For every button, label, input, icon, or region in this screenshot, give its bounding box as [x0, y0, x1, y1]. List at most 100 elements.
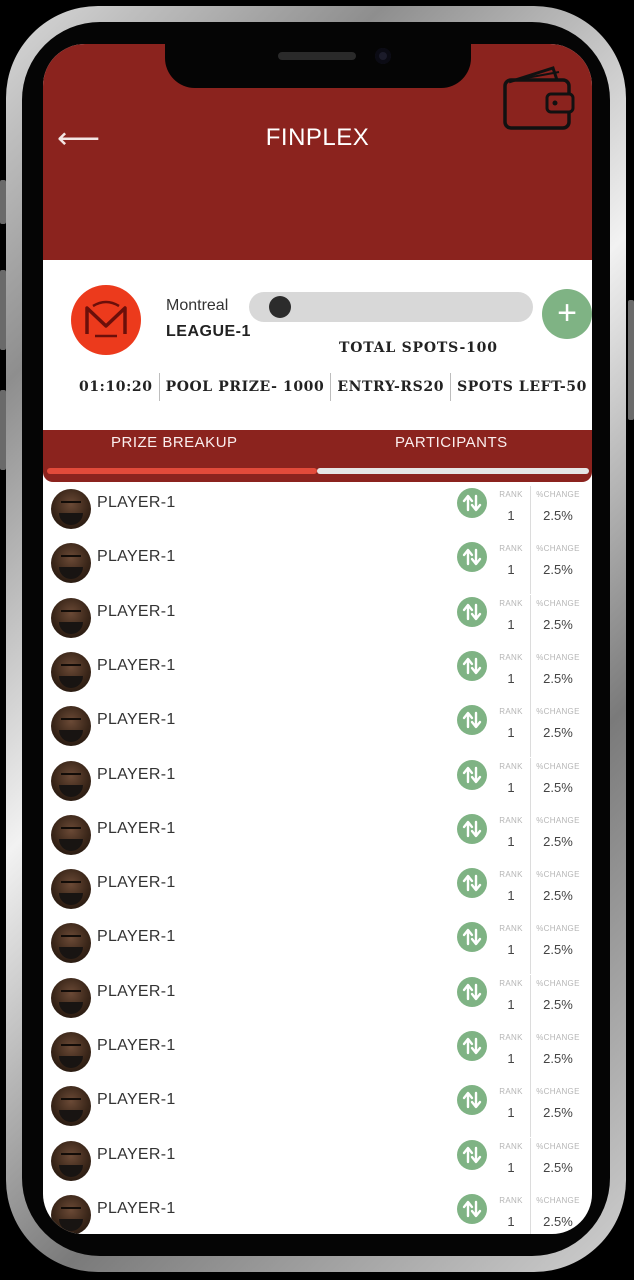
wallet-icon[interactable] — [501, 62, 577, 132]
list-item[interactable]: PLAYER-1 RANK 1 %CHANGE 2.5% — [43, 974, 592, 1029]
spots-progress-bar — [249, 292, 533, 322]
rank-column: RANK 1 — [491, 1033, 531, 1066]
player-name: PLAYER-1 — [97, 602, 176, 620]
league-name: LEAGUE-1 — [166, 323, 251, 340]
player-name: PLAYER-1 — [97, 765, 176, 783]
change-column: %CHANGE 2.5% — [533, 979, 583, 1012]
rank-label: RANK — [499, 1087, 523, 1097]
column-divider — [530, 920, 531, 975]
rank-column: RANK 1 — [491, 707, 531, 740]
speaker-grille — [278, 52, 356, 60]
player-name: PLAYER-1 — [97, 874, 176, 892]
change-column: %CHANGE 2.5% — [533, 653, 583, 686]
rank-column: RANK 1 — [491, 1196, 531, 1229]
rank-value: 1 — [507, 888, 515, 904]
list-item[interactable]: PLAYER-1 RANK 1 %CHANGE 2.5% — [43, 648, 592, 703]
column-divider — [530, 811, 531, 866]
list-item[interactable]: PLAYER-1 RANK 1 %CHANGE 2.5% — [43, 757, 592, 812]
list-item[interactable]: PLAYER-1 RANK 1 %CHANGE 2.5% — [43, 486, 592, 540]
tab-participants[interactable]: PARTICIPANTS — [395, 434, 508, 451]
change-label: %CHANGE — [536, 490, 580, 499]
change-label: %CHANGE — [536, 1195, 580, 1205]
rank-label: RANK — [499, 978, 523, 988]
column-divider — [530, 540, 531, 595]
player-name: PLAYER-1 — [97, 494, 176, 511]
phone-notch — [165, 44, 471, 88]
rank-value: 1 — [507, 1213, 515, 1229]
list-item[interactable]: PLAYER-1 RANK 1 %CHANGE 2.5% — [43, 703, 592, 758]
column-divider — [530, 757, 531, 812]
list-item[interactable]: PLAYER-1 RANK 1 %CHANGE 2.5% — [43, 540, 592, 595]
phone-side-button — [628, 300, 634, 420]
change-value: 2.5% — [543, 670, 573, 686]
progress-knob[interactable] — [269, 296, 292, 318]
column-divider — [530, 486, 531, 540]
rank-value: 1 — [507, 942, 515, 958]
rank-label: RANK — [499, 490, 523, 499]
change-value: 2.5% — [543, 1105, 573, 1121]
change-column: %CHANGE 2.5% — [533, 762, 583, 795]
rank-value: 1 — [507, 562, 515, 578]
up-down-arrows-icon — [457, 922, 487, 953]
up-down-arrows-icon — [457, 650, 487, 681]
column-divider — [530, 594, 531, 649]
rank-column: RANK 1 — [491, 816, 531, 849]
add-button[interactable]: + — [542, 289, 592, 339]
list-item[interactable]: PLAYER-1 RANK 1 %CHANGE 2.5% — [43, 920, 592, 975]
inactive-tab-indicator — [317, 468, 589, 474]
avatar — [51, 814, 91, 855]
rank-column: RANK 1 — [491, 762, 531, 795]
rank-column: RANK 1 — [491, 599, 531, 632]
tab-prize-breakup[interactable]: PRIZE BREAKUP — [111, 434, 238, 451]
league-card: Montreal LEAGUE-1 + TOTAL SPOTS-100 01:1… — [43, 260, 592, 430]
rank-label: RANK — [499, 924, 523, 934]
change-value: 2.5% — [543, 942, 573, 958]
rank-value: 1 — [507, 833, 515, 849]
change-label: %CHANGE — [536, 761, 580, 771]
player-name: PLAYER-1 — [97, 1145, 176, 1163]
list-item[interactable]: PLAYER-1 RANK 1 %CHANGE 2.5% — [43, 594, 592, 649]
change-label: %CHANGE — [536, 1087, 580, 1097]
rank-label: RANK — [499, 1141, 523, 1151]
up-down-arrows-icon — [457, 976, 487, 1007]
list-item[interactable]: PLAYER-1 RANK 1 %CHANGE 2.5% — [43, 1191, 592, 1234]
up-down-arrows-icon — [457, 813, 487, 844]
column-divider — [530, 1137, 531, 1192]
player-name: PLAYER-1 — [97, 1199, 176, 1217]
list-item[interactable]: PLAYER-1 RANK 1 %CHANGE 2.5% — [43, 1137, 592, 1192]
avatar — [51, 760, 91, 801]
change-value: 2.5% — [543, 616, 573, 632]
phone-side-button — [0, 270, 6, 350]
front-camera — [375, 48, 391, 64]
change-column: %CHANGE 2.5% — [533, 490, 583, 523]
change-value: 2.5% — [543, 562, 573, 578]
rank-column: RANK 1 — [491, 490, 531, 523]
rank-label: RANK — [499, 815, 523, 825]
column-divider — [530, 1191, 531, 1234]
change-label: %CHANGE — [536, 978, 580, 988]
list-item[interactable]: PLAYER-1 RANK 1 %CHANGE 2.5% — [43, 866, 592, 921]
list-item[interactable]: PLAYER-1 RANK 1 %CHANGE 2.5% — [43, 1083, 592, 1138]
change-column: %CHANGE 2.5% — [533, 870, 583, 903]
change-label: %CHANGE — [536, 1033, 580, 1042]
rank-column: RANK 1 — [491, 544, 531, 577]
list-item[interactable]: PLAYER-1 RANK 1 %CHANGE 2.5% — [43, 811, 592, 866]
change-label: %CHANGE — [536, 652, 580, 662]
change-value: 2.5% — [543, 779, 573, 795]
app-screen: ⟵ FINPLEX Montreal LEAGUE-1 + TOTAL SPOT… — [43, 44, 592, 1234]
change-label: %CHANGE — [536, 598, 580, 608]
change-label: %CHANGE — [536, 707, 580, 717]
change-label: %CHANGE — [536, 870, 580, 880]
up-down-arrows-icon — [457, 542, 487, 573]
rank-value: 1 — [507, 616, 515, 632]
change-value: 2.5% — [543, 1213, 573, 1229]
tab-bar: PRIZE BREAKUP PARTICIPANTS — [43, 430, 592, 482]
change-column: %CHANGE 2.5% — [533, 1087, 583, 1120]
player-name: PLAYER-1 — [97, 1091, 176, 1109]
change-column: %CHANGE 2.5% — [533, 1033, 583, 1066]
pool-prize: POOL PRIZE- 1000 — [165, 379, 325, 395]
change-value: 2.5% — [543, 996, 573, 1012]
list-item[interactable]: PLAYER-1 RANK 1 %CHANGE 2.5% — [43, 1029, 592, 1083]
up-down-arrows-icon — [457, 868, 487, 899]
rank-column: RANK 1 — [491, 653, 531, 686]
